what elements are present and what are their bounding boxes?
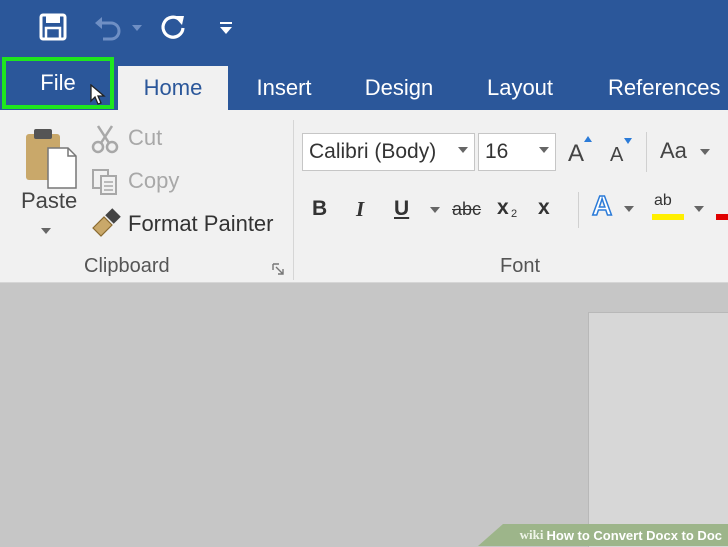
watermark-text: How to Convert Docx to Doc: [546, 527, 722, 543]
grow-font-button[interactable]: A: [566, 134, 596, 170]
highlight-color-bar: [652, 214, 684, 220]
clipboard-dialog-launcher-icon[interactable]: [272, 262, 284, 275]
bold-button[interactable]: B: [312, 197, 327, 221]
copy-label: Copy: [128, 168, 180, 193]
grow-font-label: A: [568, 140, 585, 167]
chevron-down-icon: [700, 149, 710, 155]
paste-dropdown-icon: [41, 228, 51, 234]
underline-button[interactable]: U: [394, 197, 409, 221]
tab-layout-label: Layout: [486, 75, 554, 100]
paste-icon: [22, 126, 78, 195]
strikethrough-button[interactable]: abc: [452, 199, 481, 220]
tab-design-label: Design: [364, 75, 434, 100]
document-page[interactable]: [588, 312, 728, 547]
tab-references-label: References: [608, 75, 721, 100]
cut-label: Cut: [128, 125, 163, 150]
copy-button[interactable]: Copy: [90, 165, 190, 197]
chevron-down-icon: [458, 147, 468, 153]
font-group-label: Font: [500, 255, 541, 277]
watermark-brand: wiki: [519, 527, 544, 542]
highlight-label: ab: [654, 192, 672, 209]
chevron-down-icon: [694, 206, 704, 212]
superscript-button[interactable]: x: [538, 196, 566, 224]
paste-button[interactable]: Paste: [16, 122, 80, 240]
tab-file-label: File: [40, 70, 76, 95]
chevron-down-icon: [624, 206, 634, 212]
highlight-button[interactable]: ab: [652, 192, 708, 228]
font-name-dropdown[interactable]: Calibri (Body): [302, 133, 475, 171]
tab-design[interactable]: Design: [348, 66, 450, 110]
ribbon-divider: [578, 192, 579, 228]
text-effects-label: A: [591, 189, 613, 222]
chevron-down-icon: [539, 147, 549, 153]
shrink-font-button[interactable]: A: [608, 134, 638, 170]
font-size-dropdown[interactable]: 16: [478, 133, 556, 171]
italic-button[interactable]: I: [356, 197, 364, 222]
tab-insert[interactable]: Insert: [238, 66, 330, 110]
group-separator: [293, 120, 294, 280]
font-size-value: 16: [485, 140, 509, 163]
undo-dropdown-icon[interactable]: [132, 25, 142, 31]
copy-icon: [90, 167, 120, 202]
format-painter-button[interactable]: Format Painter: [90, 206, 280, 240]
clipboard-group-label: Clipboard: [84, 255, 170, 277]
font-name-value: Calibri (Body): [309, 140, 437, 163]
tab-home-label: Home: [143, 75, 203, 100]
subscript-label: x: [497, 196, 509, 219]
tab-layout[interactable]: Layout: [468, 66, 572, 110]
save-icon[interactable]: [36, 10, 70, 44]
font-color-bar[interactable]: [716, 214, 728, 220]
text-effects-button[interactable]: A: [591, 189, 638, 226]
paste-label: Paste: [21, 188, 78, 213]
undo-icon[interactable]: [92, 10, 128, 44]
superscript-label: x: [538, 196, 550, 219]
mouse-cursor-icon: [90, 83, 106, 111]
cut-icon: [90, 124, 120, 159]
change-case-button[interactable]: Aa: [660, 136, 716, 170]
grow-arrow-icon: [584, 136, 592, 142]
tab-home[interactable]: Home: [118, 66, 228, 110]
format-painter-label: Format Painter: [128, 211, 274, 236]
cut-button[interactable]: Cut: [90, 122, 180, 154]
shrink-font-label: A: [610, 144, 624, 166]
format-painter-icon: [90, 208, 122, 243]
redo-icon[interactable]: [156, 10, 190, 44]
change-case-label: Aa: [660, 138, 687, 163]
tab-insert-label: Insert: [256, 75, 312, 100]
underline-dropdown-icon[interactable]: [430, 207, 440, 213]
tab-references[interactable]: References: [594, 66, 728, 110]
subscript-index: 2: [511, 208, 518, 220]
ribbon-divider: [646, 132, 647, 172]
watermark-banner: wiki How to Convert Docx to Doc: [478, 524, 728, 546]
customize-qat-icon[interactable]: [220, 22, 234, 38]
subscript-button[interactable]: x 2: [497, 196, 525, 224]
shrink-arrow-icon: [624, 138, 632, 144]
